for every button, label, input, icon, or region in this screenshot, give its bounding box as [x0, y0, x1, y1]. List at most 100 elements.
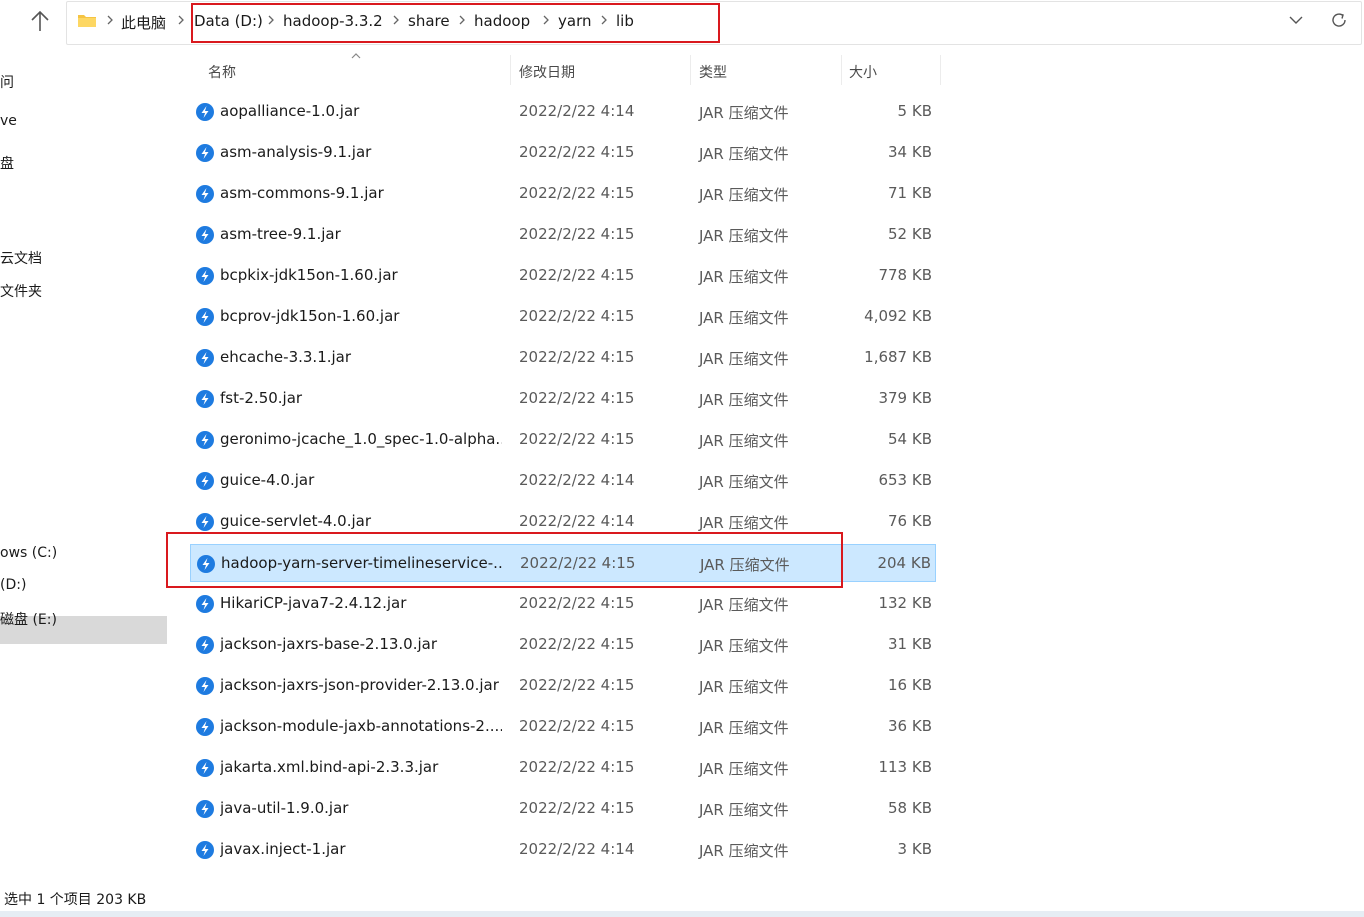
file-name: jackson-module-jaxb-annotations-2....	[220, 717, 502, 735]
column-header-size[interactable]: 大小	[849, 62, 877, 82]
file-type: JAR 压缩文件	[699, 186, 789, 204]
file-type: JAR 压缩文件	[699, 391, 789, 409]
file-type: JAR 压缩文件	[699, 104, 789, 122]
column-divider[interactable]	[690, 55, 691, 85]
file-name: aopalliance-1.0.jar	[220, 102, 360, 120]
file-date: 2022/2/22 4:14	[519, 512, 635, 530]
file-name: jackson-jaxrs-json-provider-2.13.0.jar	[220, 676, 499, 694]
file-size: 54 KB	[888, 430, 932, 448]
table-row[interactable]: jackson-jaxrs-json-provider-2.13.0.jar 20…	[190, 667, 936, 705]
jar-file-icon	[196, 636, 214, 654]
table-row[interactable]: guice-4.0.jar 2022/2/22 4:14 JAR 压缩文件 653 K…	[190, 462, 936, 500]
column-header-type[interactable]: 类型	[699, 62, 727, 82]
file-date: 2022/2/22 4:15	[519, 184, 635, 202]
file-date: 2022/2/22 4:15	[519, 594, 635, 612]
nav-item-folder[interactable]: 文件夹	[0, 281, 42, 301]
file-size: 3 KB	[897, 840, 932, 858]
file-type: JAR 压缩文件	[699, 678, 789, 696]
nav-item-cloud-disk[interactable]: 盘	[0, 153, 14, 173]
table-row[interactable]: asm-analysis-9.1.jar 2022/2/22 4:15 JAR 压缩…	[190, 134, 936, 172]
table-row[interactable]: bcpkix-jdk15on-1.60.jar 2022/2/22 4:15 JAR…	[190, 257, 936, 295]
table-row[interactable]: aopalliance-1.0.jar 2022/2/22 4:14 JAR 压缩文…	[190, 93, 936, 131]
jar-file-icon	[196, 800, 214, 818]
file-type: JAR 压缩文件	[699, 596, 789, 614]
file-size: 16 KB	[888, 676, 932, 694]
refresh-icon[interactable]	[1330, 11, 1348, 29]
chevron-right-icon	[107, 15, 113, 25]
file-date: 2022/2/22 4:15	[519, 635, 635, 653]
chevron-down-icon[interactable]	[1288, 14, 1304, 26]
file-date: 2022/2/22 4:15	[519, 225, 635, 243]
column-divider[interactable]	[940, 55, 941, 85]
table-row[interactable]: jackson-jaxrs-base-2.13.0.jar 2022/2/22 4…	[190, 626, 936, 664]
file-size: 204 KB	[877, 554, 931, 572]
file-date: 2022/2/22 4:15	[519, 389, 635, 407]
file-type: JAR 压缩文件	[699, 432, 789, 450]
file-size: 58 KB	[888, 799, 932, 817]
column-divider[interactable]	[841, 55, 842, 85]
file-type: JAR 压缩文件	[699, 514, 789, 532]
file-date: 2022/2/22 4:15	[519, 348, 635, 366]
file-size: 113 KB	[878, 758, 932, 776]
file-date: 2022/2/22 4:15	[519, 430, 635, 448]
jar-file-icon	[196, 185, 214, 203]
file-type: JAR 压缩文件	[699, 309, 789, 327]
up-arrow-icon[interactable]	[30, 10, 50, 32]
column-divider[interactable]	[510, 55, 511, 85]
file-date: 2022/2/22 4:15	[519, 717, 635, 735]
file-name: guice-servlet-4.0.jar	[220, 512, 372, 530]
file-date: 2022/2/22 4:14	[519, 471, 635, 489]
jar-file-icon	[196, 718, 214, 736]
breadcrumb-root[interactable]: 此电脑	[121, 12, 166, 33]
nav-item-drive-e[interactable]: 磁盘 (E:)	[0, 609, 57, 629]
file-size: 71 KB	[888, 184, 932, 202]
jar-file-icon	[196, 513, 214, 531]
column-header-date[interactable]: 修改日期	[519, 62, 575, 82]
file-type: JAR 压缩文件	[699, 145, 789, 163]
table-row[interactable]: jakarta.xml.bind-api-2.3.3.jar 2022/2/22 …	[190, 749, 936, 787]
file-size: 5 KB	[897, 102, 932, 120]
file-type: JAR 压缩文件	[699, 719, 789, 737]
nav-item-drive-c[interactable]: ows (C:)	[0, 545, 57, 561]
nav-item-onedrive[interactable]: ve	[0, 113, 17, 129]
file-name: java-util-1.9.0.jar	[220, 799, 349, 817]
file-size: 379 KB	[878, 389, 932, 407]
row-highlight-box	[166, 532, 843, 588]
status-selection-text: 选中 1 个项目 203 KB	[4, 892, 147, 908]
file-date: 2022/2/22 4:14	[519, 102, 635, 120]
nav-item-cloud-docs[interactable]: 云文档	[0, 248, 42, 268]
jar-file-icon	[196, 349, 214, 367]
file-date: 2022/2/22 4:15	[519, 676, 635, 694]
table-row[interactable]: ehcache-3.3.1.jar 2022/2/22 4:15 JAR 压缩文件 1…	[190, 339, 936, 377]
file-size: 31 KB	[888, 635, 932, 653]
jar-file-icon	[196, 431, 214, 449]
file-name: jakarta.xml.bind-api-2.3.3.jar	[220, 758, 439, 776]
table-row[interactable]: java-util-1.9.0.jar 2022/2/22 4:15 JAR 压缩文…	[190, 790, 936, 828]
table-row[interactable]: geronimo-jcache_1.0_spec-1.0-alpha... 202…	[190, 421, 936, 459]
file-type: JAR 压缩文件	[699, 473, 789, 491]
file-size: 778 KB	[878, 266, 932, 284]
file-date: 2022/2/22 4:15	[519, 143, 635, 161]
table-row[interactable]: asm-commons-9.1.jar 2022/2/22 4:15 JAR 压缩文…	[190, 175, 936, 213]
jar-file-icon	[196, 144, 214, 162]
jar-file-icon	[196, 759, 214, 777]
table-row[interactable]: javax.inject-1.jar 2022/2/22 4:14 JAR 压缩文件…	[190, 831, 936, 869]
file-name: bcprov-jdk15on-1.60.jar	[220, 307, 400, 325]
table-row[interactable]: HikariCP-java7-2.4.12.jar 2022/2/22 4:15 J…	[190, 585, 936, 623]
file-date: 2022/2/22 4:15	[519, 799, 635, 817]
table-row[interactable]: bcprov-jdk15on-1.60.jar 2022/2/22 4:15 JAR…	[190, 298, 936, 336]
file-type: JAR 压缩文件	[699, 227, 789, 245]
table-row[interactable]: jackson-module-jaxb-annotations-2.... 202…	[190, 708, 936, 746]
nav-item-quick-access[interactable]: 问	[0, 72, 14, 92]
file-date: 2022/2/22 4:14	[519, 840, 635, 858]
file-type: JAR 压缩文件	[699, 350, 789, 368]
nav-item-drive-d[interactable]: (D:)	[0, 577, 26, 593]
table-row[interactable]: fst-2.50.jar 2022/2/22 4:15 JAR 压缩文件 379 KB	[190, 380, 936, 418]
jar-file-icon	[196, 308, 214, 326]
file-name: asm-tree-9.1.jar	[220, 225, 341, 243]
column-header-name[interactable]: 名称	[208, 62, 236, 82]
file-name: HikariCP-java7-2.4.12.jar	[220, 594, 407, 612]
table-row[interactable]: asm-tree-9.1.jar 2022/2/22 4:15 JAR 压缩文件 52…	[190, 216, 936, 254]
file-date: 2022/2/22 4:15	[519, 758, 635, 776]
file-type: JAR 压缩文件	[699, 268, 789, 286]
